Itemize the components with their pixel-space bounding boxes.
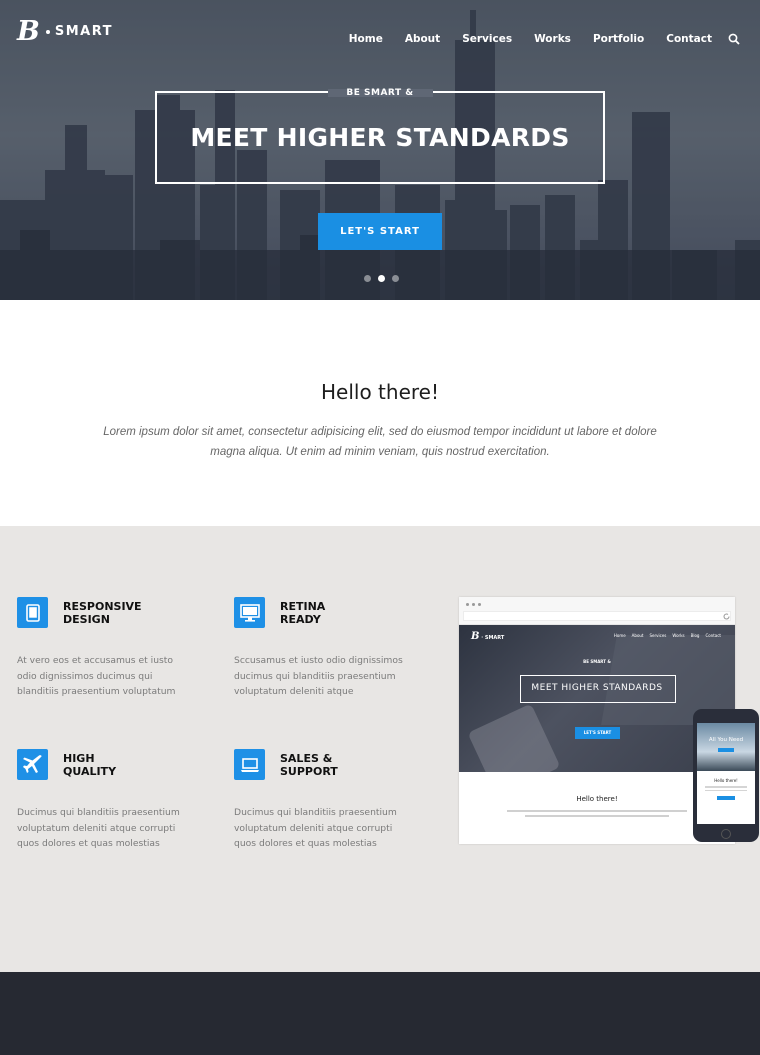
feature-title: SALES & SUPPORT xyxy=(280,752,338,778)
nav-item-works[interactable]: Works xyxy=(534,33,571,45)
nav-item-portfolio[interactable]: Portfolio xyxy=(593,33,644,45)
nav-item-about[interactable]: About xyxy=(405,33,440,45)
phone-hello: Hello there! xyxy=(714,778,738,783)
hero-headline: MEET HIGHER STANDARDS xyxy=(190,123,570,152)
mockup-browser-bar xyxy=(459,597,735,625)
nav-item-home[interactable]: Home xyxy=(349,33,383,45)
feature-description: Ducimus qui blanditiis praesentium volup… xyxy=(234,807,397,850)
mockup-eyebrow: BE SMART & xyxy=(583,659,611,664)
mockup-address-bar xyxy=(463,611,731,621)
mockup-nav: Home About Services Works Blog Contact xyxy=(613,633,721,638)
mockup-logo: B · SMART xyxy=(471,631,505,642)
mockup-text-lines xyxy=(507,810,687,820)
main-nav: Home About Services Works Portfolio Cont… xyxy=(327,33,712,45)
reload-icon xyxy=(723,613,730,620)
features-section: RESPONSIVE DESIGN At vero eos et accusam… xyxy=(0,526,760,972)
lets-start-button[interactable]: LET'S START xyxy=(318,213,442,250)
logo-text: SMART xyxy=(54,24,113,39)
feature-title: HIGH QUALITY xyxy=(63,752,117,778)
hero-eyebrow: BE SMART & xyxy=(346,88,414,98)
intro-section: Hello there! Lorem ipsum dolor sit amet,… xyxy=(0,300,760,526)
logo-dot xyxy=(45,29,50,34)
phone-title: All You Need xyxy=(708,737,744,743)
site-logo[interactable]: B SMART xyxy=(17,18,113,45)
phone-home-button-icon xyxy=(721,829,731,839)
laptop-icon xyxy=(234,749,265,780)
feature-description: Sccusamus et iusto odio dignissimos duci… xyxy=(234,655,403,698)
nav-item-services[interactable]: Services xyxy=(462,33,512,45)
footer xyxy=(0,972,760,1055)
search-icon[interactable] xyxy=(728,33,740,45)
airplane-icon xyxy=(17,749,48,780)
mockup-cta: LET'S START xyxy=(575,727,620,739)
tablet-icon xyxy=(17,597,48,628)
slider-dot-active[interactable] xyxy=(378,275,385,282)
slider-dot[interactable] xyxy=(364,275,371,282)
intro-title: Hello there! xyxy=(321,380,439,404)
mockup-headline: MEET HIGHER STANDARDS xyxy=(531,683,663,693)
hero-section: B SMART Home About Services Works Portfo… xyxy=(0,0,760,300)
logo-initial: B xyxy=(17,16,40,47)
feature-description: Ducimus qui blanditiis praesentium volup… xyxy=(17,807,180,850)
feature-description: At vero eos et accusamus et iusto odio d… xyxy=(17,655,176,698)
phone-mockup-image: All You Need Hello there! xyxy=(693,709,759,842)
monitor-icon xyxy=(234,597,265,628)
feature-title: RESPONSIVE DESIGN xyxy=(63,600,142,626)
nav-item-contact[interactable]: Contact xyxy=(666,33,712,45)
feature-title: RETINA READY xyxy=(280,600,326,626)
phone-screen: All You Need Hello there! xyxy=(697,723,755,824)
window-dots-icon xyxy=(466,603,481,606)
slider-dots xyxy=(364,275,399,282)
slider-dot[interactable] xyxy=(392,275,399,282)
intro-text: Lorem ipsum dolor sit amet, consectetur … xyxy=(103,426,657,458)
